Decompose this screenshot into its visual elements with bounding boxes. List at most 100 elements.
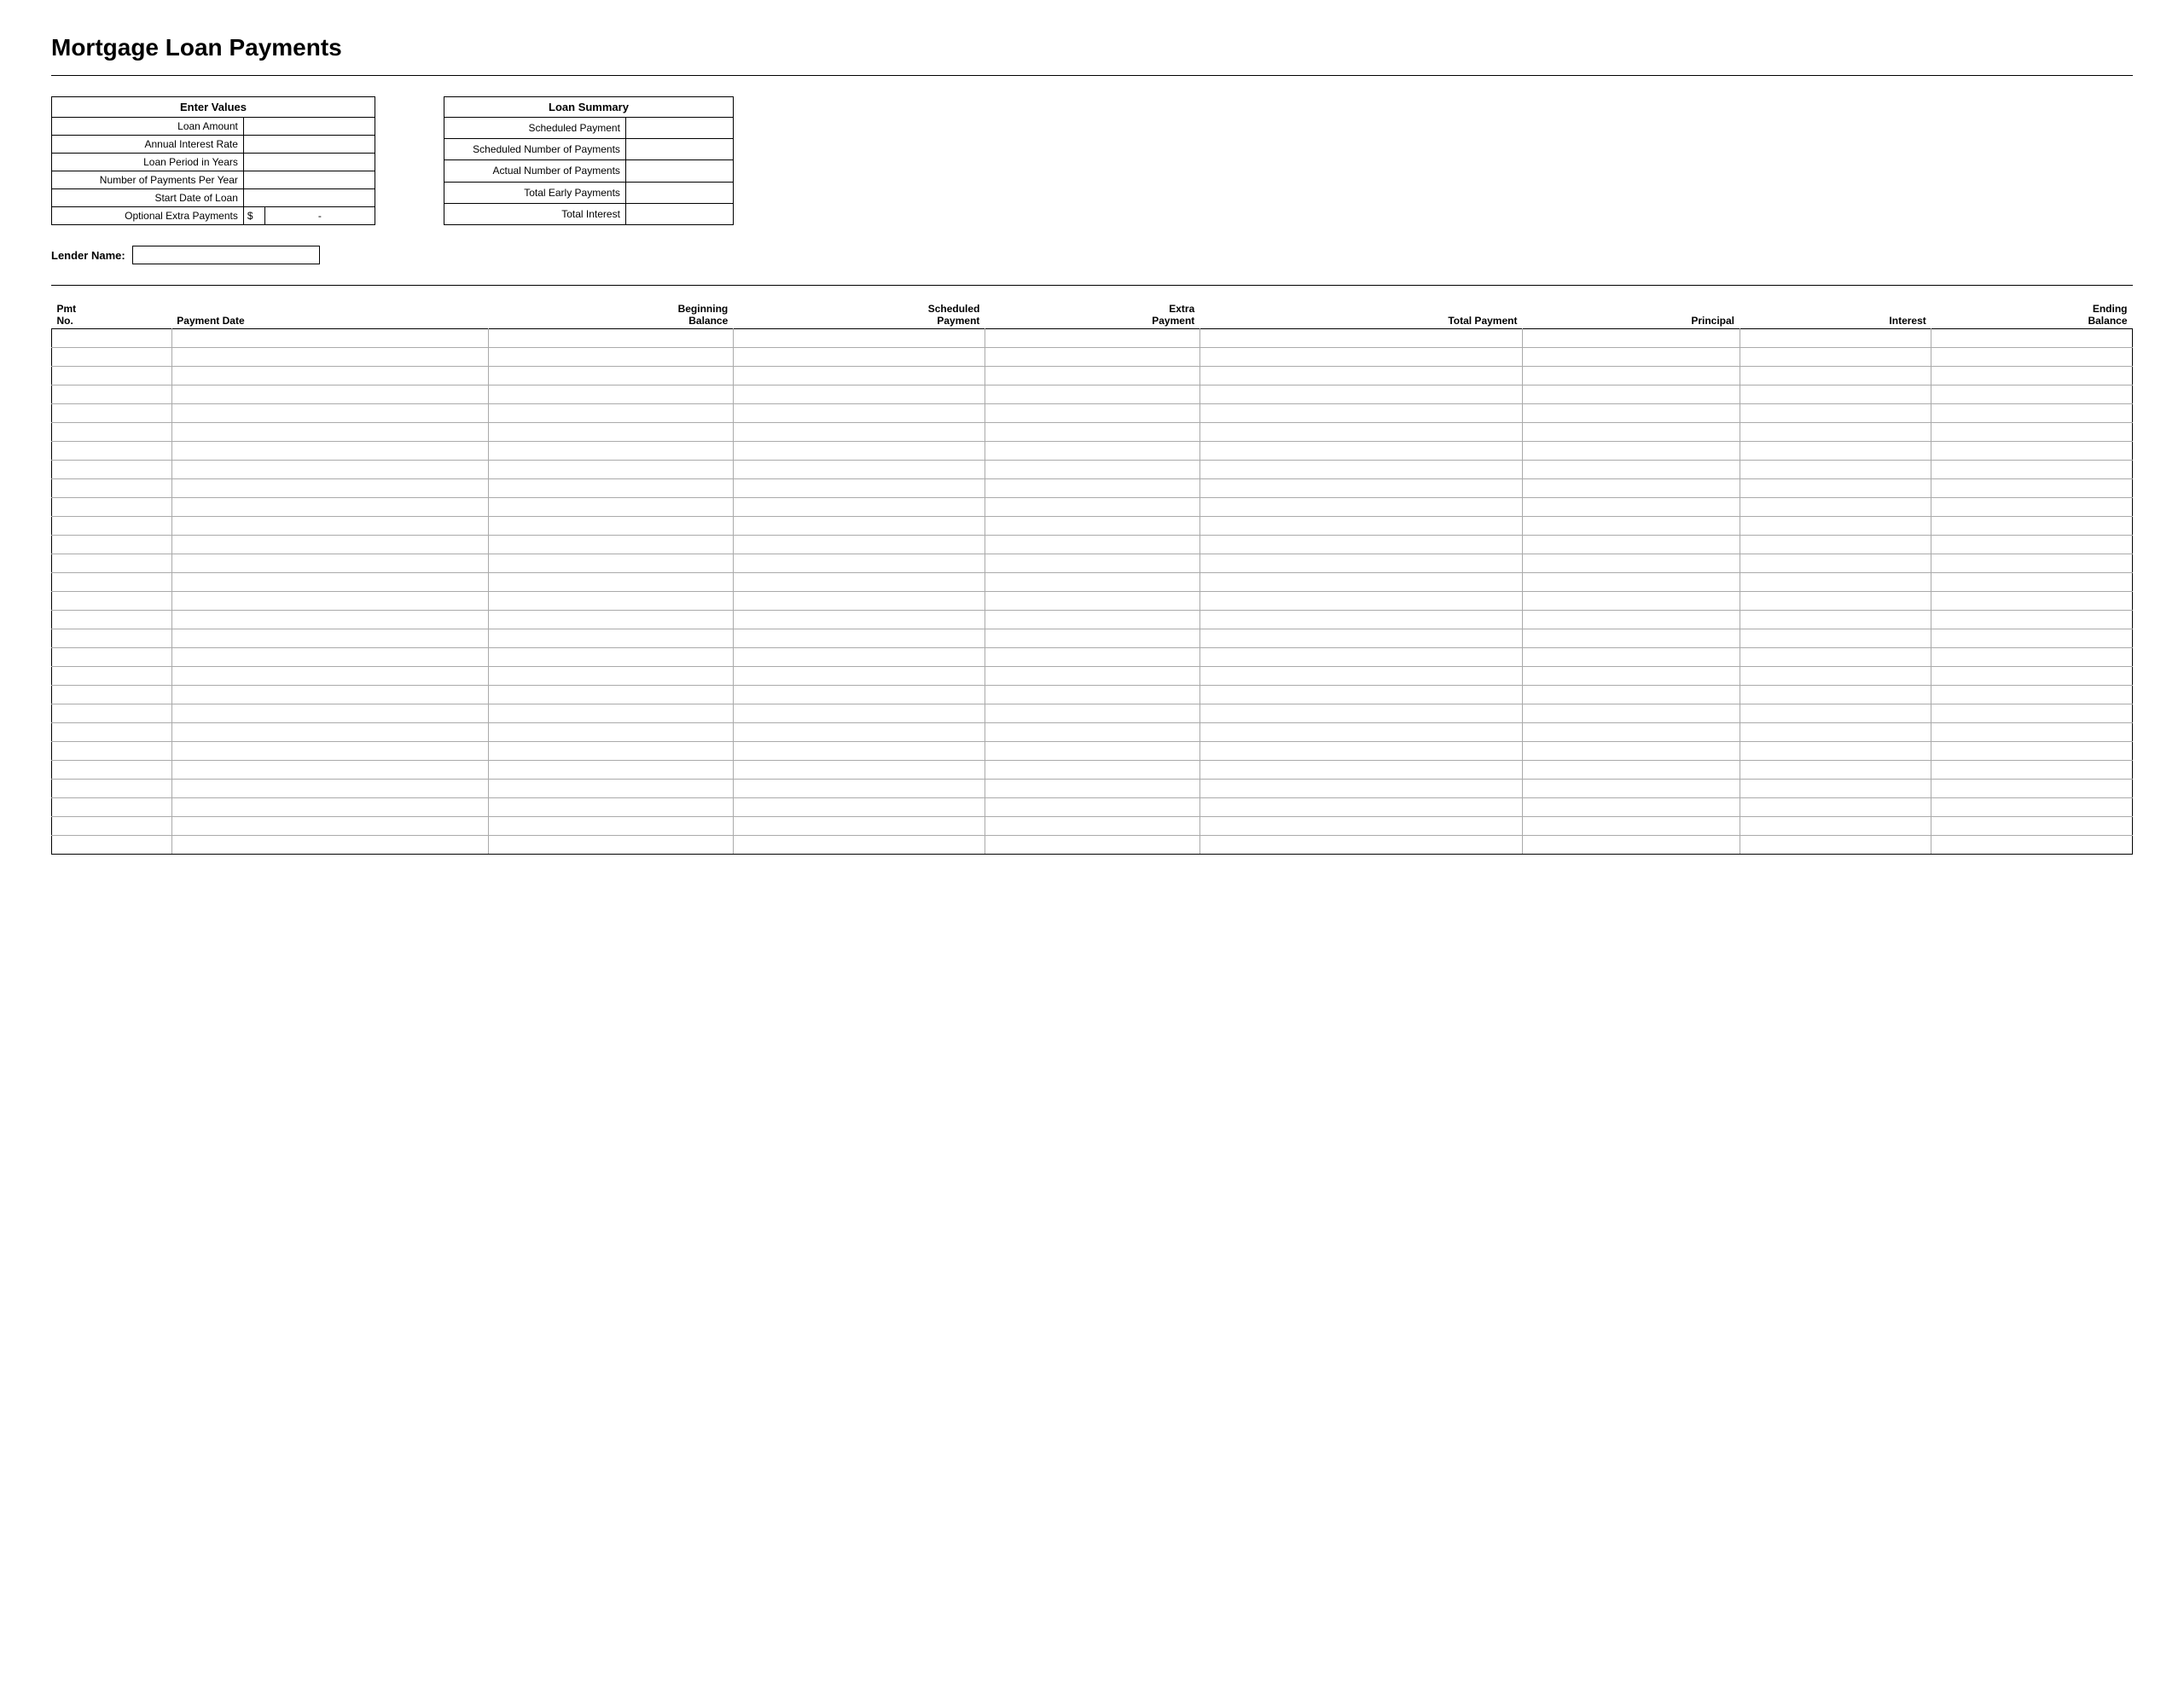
cell-27-2[interactable] [488, 836, 733, 855]
cell-4-2[interactable] [488, 404, 733, 423]
cell-20-2[interactable] [488, 704, 733, 723]
cell-24-2[interactable] [488, 780, 733, 798]
cell-5-7[interactable] [1740, 423, 1931, 442]
cell-17-2[interactable] [488, 648, 733, 667]
cell-6-0[interactable] [52, 442, 172, 461]
cell-25-0[interactable] [52, 798, 172, 817]
cell-10-8[interactable] [1931, 517, 2133, 536]
cell-11-7[interactable] [1740, 536, 1931, 554]
cell-26-2[interactable] [488, 817, 733, 836]
cell-9-8[interactable] [1931, 498, 2133, 517]
cell-10-3[interactable] [733, 517, 985, 536]
cell-2-1[interactable] [171, 367, 488, 386]
cell-14-2[interactable] [488, 592, 733, 611]
cell-7-3[interactable] [733, 461, 985, 479]
cell-21-4[interactable] [985, 723, 1199, 742]
cell-0-2[interactable] [488, 329, 733, 348]
cell-23-7[interactable] [1740, 761, 1931, 780]
cell-22-0[interactable] [52, 742, 172, 761]
cell-4-4[interactable] [985, 404, 1199, 423]
cell-8-2[interactable] [488, 479, 733, 498]
cell-10-4[interactable] [985, 517, 1199, 536]
cell-13-7[interactable] [1740, 573, 1931, 592]
ev-value-1[interactable] [243, 136, 375, 154]
cell-25-2[interactable] [488, 798, 733, 817]
cell-11-5[interactable] [1199, 536, 1522, 554]
cell-10-1[interactable] [171, 517, 488, 536]
cell-7-0[interactable] [52, 461, 172, 479]
cell-18-3[interactable] [733, 667, 985, 686]
cell-13-0[interactable] [52, 573, 172, 592]
cell-26-0[interactable] [52, 817, 172, 836]
cell-21-7[interactable] [1740, 723, 1931, 742]
cell-0-6[interactable] [1522, 329, 1740, 348]
cell-16-3[interactable] [733, 629, 985, 648]
cell-2-2[interactable] [488, 367, 733, 386]
cell-19-1[interactable] [171, 686, 488, 704]
cell-14-5[interactable] [1199, 592, 1522, 611]
cell-24-3[interactable] [733, 780, 985, 798]
cell-26-7[interactable] [1740, 817, 1931, 836]
cell-4-6[interactable] [1522, 404, 1740, 423]
cell-1-0[interactable] [52, 348, 172, 367]
cell-21-8[interactable] [1931, 723, 2133, 742]
cell-0-3[interactable] [733, 329, 985, 348]
cell-26-8[interactable] [1931, 817, 2133, 836]
cell-22-2[interactable] [488, 742, 733, 761]
cell-7-5[interactable] [1199, 461, 1522, 479]
cell-13-8[interactable] [1931, 573, 2133, 592]
cell-2-3[interactable] [733, 367, 985, 386]
cell-21-3[interactable] [733, 723, 985, 742]
cell-14-6[interactable] [1522, 592, 1740, 611]
cell-3-4[interactable] [985, 386, 1199, 404]
cell-5-6[interactable] [1522, 423, 1740, 442]
cell-16-6[interactable] [1522, 629, 1740, 648]
cell-17-8[interactable] [1931, 648, 2133, 667]
cell-3-3[interactable] [733, 386, 985, 404]
cell-11-1[interactable] [171, 536, 488, 554]
cell-18-4[interactable] [985, 667, 1199, 686]
cell-17-1[interactable] [171, 648, 488, 667]
cell-4-1[interactable] [171, 404, 488, 423]
cell-24-6[interactable] [1522, 780, 1740, 798]
cell-2-8[interactable] [1931, 367, 2133, 386]
cell-8-3[interactable] [733, 479, 985, 498]
cell-15-0[interactable] [52, 611, 172, 629]
cell-6-5[interactable] [1199, 442, 1522, 461]
cell-6-6[interactable] [1522, 442, 1740, 461]
cell-6-4[interactable] [985, 442, 1199, 461]
cell-2-6[interactable] [1522, 367, 1740, 386]
cell-22-7[interactable] [1740, 742, 1931, 761]
cell-8-5[interactable] [1199, 479, 1522, 498]
cell-2-0[interactable] [52, 367, 172, 386]
cell-4-8[interactable] [1931, 404, 2133, 423]
cell-7-1[interactable] [171, 461, 488, 479]
cell-15-3[interactable] [733, 611, 985, 629]
cell-27-8[interactable] [1931, 836, 2133, 855]
cell-9-7[interactable] [1740, 498, 1931, 517]
cell-14-4[interactable] [985, 592, 1199, 611]
cell-8-6[interactable] [1522, 479, 1740, 498]
cell-25-8[interactable] [1931, 798, 2133, 817]
cell-24-8[interactable] [1931, 780, 2133, 798]
cell-27-1[interactable] [171, 836, 488, 855]
cell-15-5[interactable] [1199, 611, 1522, 629]
cell-15-8[interactable] [1931, 611, 2133, 629]
cell-18-0[interactable] [52, 667, 172, 686]
cell-7-2[interactable] [488, 461, 733, 479]
cell-26-1[interactable] [171, 817, 488, 836]
cell-18-8[interactable] [1931, 667, 2133, 686]
cell-12-1[interactable] [171, 554, 488, 573]
cell-5-3[interactable] [733, 423, 985, 442]
cell-13-5[interactable] [1199, 573, 1522, 592]
cell-20-4[interactable] [985, 704, 1199, 723]
cell-23-4[interactable] [985, 761, 1199, 780]
cell-16-5[interactable] [1199, 629, 1522, 648]
cell-26-3[interactable] [733, 817, 985, 836]
cell-8-8[interactable] [1931, 479, 2133, 498]
cell-12-5[interactable] [1199, 554, 1522, 573]
cell-14-3[interactable] [733, 592, 985, 611]
cell-11-3[interactable] [733, 536, 985, 554]
cell-10-0[interactable] [52, 517, 172, 536]
cell-26-5[interactable] [1199, 817, 1522, 836]
